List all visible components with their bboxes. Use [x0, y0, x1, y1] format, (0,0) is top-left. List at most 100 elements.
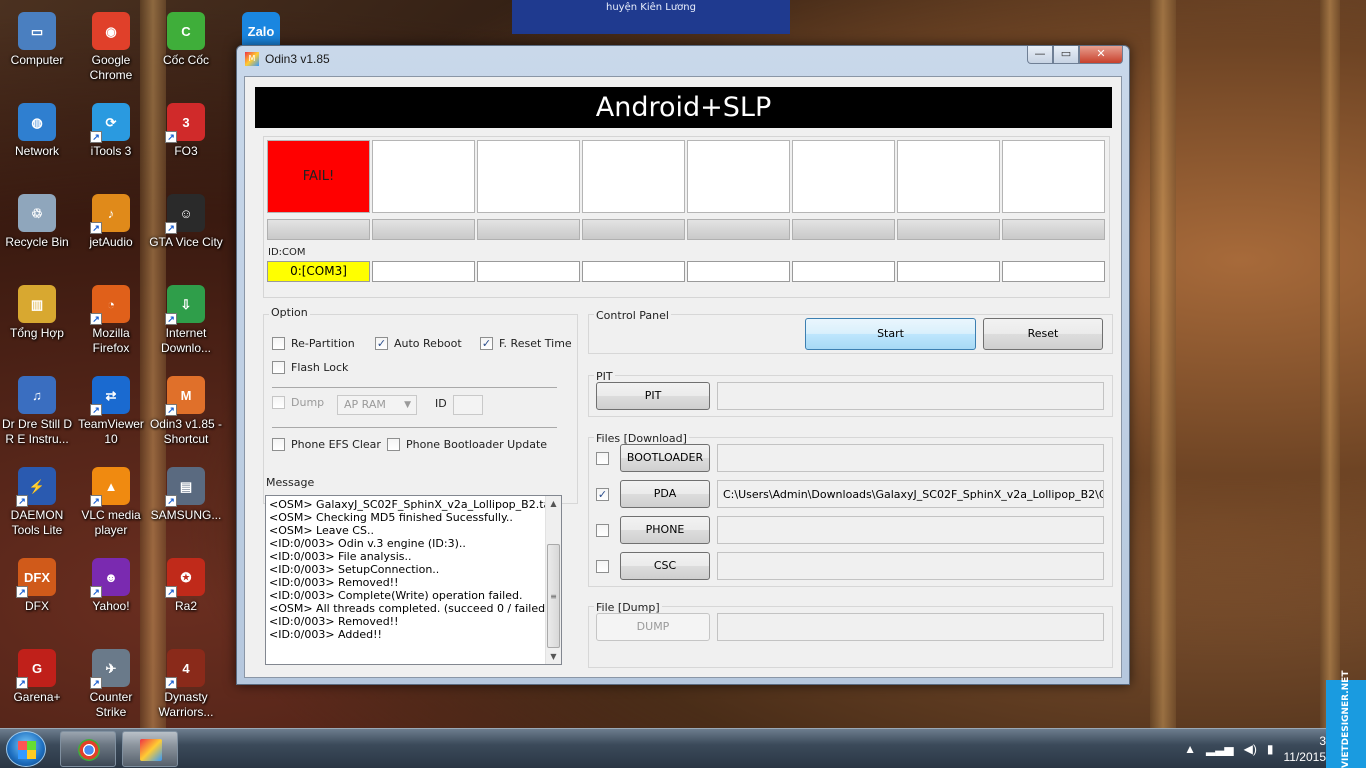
re-partition-checkbox[interactable]: Re-Partition: [272, 337, 355, 350]
windows-logo-icon-lower: [18, 750, 36, 759]
desktop-icon[interactable]: ▥ Tổng Hợp: [0, 279, 74, 341]
file-bootloader-checkbox[interactable]: [596, 452, 609, 465]
taskbar-odin[interactable]: [122, 731, 178, 767]
desktop-icon[interactable]: ⚡ ↗ DAEMON Tools Lite: [0, 461, 74, 538]
shortcut-arrow-icon: ↗: [165, 131, 177, 143]
flash-lock-checkbox[interactable]: Flash Lock: [272, 361, 348, 374]
minimize-button[interactable]: —: [1027, 46, 1053, 64]
show-hidden-icons-icon[interactable]: ▲: [1184, 742, 1196, 756]
csc-button[interactable]: CSC: [620, 552, 710, 580]
close-button[interactable]: ✕: [1079, 46, 1123, 64]
phone-button[interactable]: PHONE: [620, 516, 710, 544]
desktop-icon-label: Odin3 v1.85 - Shortcut: [149, 417, 223, 446]
port-status-cell: FAIL!: [267, 140, 370, 213]
desktop-icon[interactable]: C Cốc Cốc: [149, 6, 223, 68]
dump-id-field[interactable]: [453, 395, 483, 415]
file-pda-checkbox[interactable]: ✓: [596, 488, 609, 501]
desktop-icon[interactable]: G ↗ Garena+: [0, 643, 74, 705]
start-button[interactable]: [6, 731, 46, 767]
scroll-down-arrow-icon[interactable]: ▼: [546, 649, 561, 664]
port-status-cell: [1002, 140, 1105, 213]
phone-path-field[interactable]: [717, 516, 1104, 544]
shortcut-arrow-icon: ↗: [90, 586, 102, 598]
app-icon: ◉: [92, 12, 130, 50]
desktop-icon[interactable]: ⇩ ↗ Internet Downlo...: [149, 279, 223, 356]
clock[interactable]: 3 11/2015: [1284, 733, 1327, 765]
desktop-icon[interactable]: ◉ Google Chrome: [74, 6, 148, 83]
desktop-icon-label: Dynasty Warriors...: [158, 690, 214, 719]
taskbar-chrome[interactable]: [60, 731, 116, 767]
f-reset-time-checkbox[interactable]: ✓ F. Reset Time: [480, 337, 572, 350]
status-cells-row: FAIL!: [267, 140, 1105, 213]
port-progress-bar: [372, 219, 475, 240]
bootloader-button[interactable]: BOOTLOADER: [620, 444, 710, 472]
mode-header: Android+SLP: [255, 87, 1112, 128]
scroll-up-arrow-icon[interactable]: ▲: [546, 496, 561, 511]
start-button[interactable]: Start: [805, 318, 976, 350]
chevron-down-icon: ▼: [404, 400, 411, 410]
dump-checkbox[interactable]: Dump: [272, 396, 324, 409]
shortcut-arrow-icon: ↗: [165, 495, 177, 507]
shortcut-arrow-icon: ↗: [16, 677, 28, 689]
desktop-icon[interactable]: 4 ↗ Dynasty Warriors...: [149, 643, 223, 720]
desktop-icon[interactable]: ☻ ↗ Yahoo!: [74, 552, 148, 614]
desktop-icon[interactable]: 3 ↗ FO3: [149, 97, 223, 159]
odin-icon: [140, 739, 162, 761]
signal-icon[interactable]: ▂▃▅: [1206, 742, 1234, 756]
pit-path-field[interactable]: [717, 382, 1104, 410]
message-log[interactable]: <OSM> GalaxyJ_SC02F_SphinX_v2a_Lollipop_…: [265, 495, 562, 665]
file-csc-checkbox[interactable]: [596, 560, 609, 573]
desktop-icon[interactable]: ▲ ↗ VLC media player: [74, 461, 148, 538]
message-scrollbar[interactable]: ▲ ≡ ▼: [545, 496, 561, 664]
desktop-icon-label: Counter Strike: [89, 690, 133, 719]
desktop-icon[interactable]: ◔ ↗ Mozilla Firefox: [74, 279, 148, 356]
desktop-icon-label: Internet Downlo...: [160, 326, 212, 355]
desktop-icon[interactable]: ▭ Computer: [0, 6, 74, 68]
app-icon: M ↗: [165, 376, 205, 416]
app-icon: C: [167, 12, 205, 50]
desktop-icon[interactable]: ✈ ↗ Counter Strike: [74, 643, 148, 720]
pit-button[interactable]: PIT: [596, 382, 710, 410]
desktop-icon[interactable]: ⇄ ↗ TeamViewer 10: [74, 370, 148, 447]
dump-type-select[interactable]: AP RAM ▼: [337, 395, 417, 415]
app-icon: 3 ↗: [165, 103, 205, 143]
app-icon: ✈ ↗: [90, 649, 130, 689]
volume-icon[interactable]: ◀): [1244, 742, 1257, 756]
id-com-label: ID:COM: [268, 247, 306, 258]
dump-button[interactable]: DUMP: [596, 613, 710, 641]
message-line: <ID:0/003> Removed!!: [269, 615, 399, 628]
desktop-icon[interactable]: ✪ ↗ Ra2: [149, 552, 223, 614]
app-icon: ⟳ ↗: [90, 103, 130, 143]
desktop-icon-label: iTools 3: [90, 144, 132, 158]
title-bar[interactable]: M Odin3 v1.85 — ▭ ✕: [237, 46, 1129, 72]
maximize-button[interactable]: ▭: [1053, 46, 1079, 64]
desktop-icon[interactable]: DFX ↗ DFX: [0, 552, 74, 614]
desktop-icon[interactable]: M ↗ Odin3 v1.85 - Shortcut: [149, 370, 223, 447]
desktop-icon[interactable]: ♲ Recycle Bin: [0, 188, 74, 250]
desktop-icon[interactable]: ☺ ↗ GTA Vice City: [149, 188, 223, 250]
desktop-icon[interactable]: ⟳ ↗ iTools 3: [74, 97, 148, 159]
power-icon[interactable]: ▮: [1267, 742, 1274, 756]
desktop-icon-label: Tổng Hợp: [10, 326, 64, 340]
dump-path-field[interactable]: [717, 613, 1104, 641]
desktop-icon[interactable]: ♪ ↗ jetAudio: [74, 188, 148, 250]
port-status-cell: [582, 140, 685, 213]
com-port-cell: [687, 261, 790, 282]
reset-button[interactable]: Reset: [983, 318, 1103, 350]
scroll-thumb[interactable]: ≡: [547, 544, 560, 648]
pda-path-field[interactable]: C:\Users\Admin\Downloads\GalaxyJ_SC02F_S…: [717, 480, 1104, 508]
message-line: <OSM> GalaxyJ_SC02F_SphinX_v2a_Lollipop_…: [269, 498, 545, 511]
desktop-icon-label: Network: [14, 144, 59, 158]
dump-id-label: ID: [435, 397, 447, 410]
bootloader-path-field[interactable]: [717, 444, 1104, 472]
desktop-icon[interactable]: ◍ Network: [0, 97, 74, 159]
desktop-icon[interactable]: ▤ ↗ SAMSUNG...: [149, 461, 223, 523]
auto-reboot-checkbox[interactable]: ✓ Auto Reboot: [375, 337, 462, 350]
pda-button[interactable]: PDA: [620, 480, 710, 508]
phone-efs-clear-checkbox[interactable]: Phone EFS Clear: [272, 438, 381, 451]
desktop-icon[interactable]: ♫ Dr Dre Still D R E Instru...: [0, 370, 74, 447]
desktop-icon-label: Cốc Cốc: [162, 53, 209, 67]
file-phone-checkbox[interactable]: [596, 524, 609, 537]
phone-bootloader-update-checkbox[interactable]: Phone Bootloader Update: [387, 438, 547, 451]
csc-path-field[interactable]: [717, 552, 1104, 580]
